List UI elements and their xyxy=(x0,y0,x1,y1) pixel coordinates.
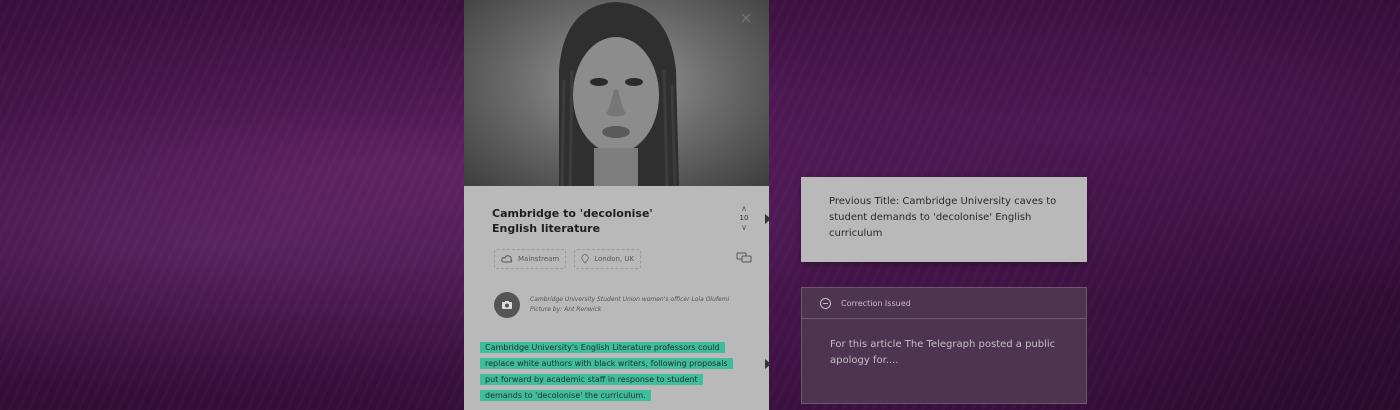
title-connector-notch xyxy=(765,214,771,224)
article-title[interactable]: Cambridge to 'decolonise' English litera… xyxy=(492,206,692,236)
location-pin-icon xyxy=(581,254,589,264)
highlighted-text: Cambridge University's English Literatur… xyxy=(480,342,733,401)
comments-icon[interactable] xyxy=(736,252,752,264)
vote-count: 10 xyxy=(739,214,749,222)
vote-widget: ∧ 10 ∨ xyxy=(736,204,752,232)
correction-body: For this article The Telegraph posted a … xyxy=(830,339,1056,366)
source-avatar[interactable] xyxy=(494,292,520,318)
photo-byline: Cambridge University Student Union women… xyxy=(494,292,754,318)
cloud-icon xyxy=(501,255,513,263)
collapse-minus-icon[interactable] xyxy=(820,297,831,309)
tag-location-label: London, UK xyxy=(594,255,635,263)
previous-title-text: Previous Title: Cambridge University cav… xyxy=(829,196,1057,239)
article-card[interactable]: Cambridge to 'decolonise' English litera… xyxy=(464,0,769,410)
tag-source-label: Mainstream xyxy=(518,255,560,263)
article-photo xyxy=(464,0,769,186)
article-tags: Mainstream London, UK xyxy=(494,249,642,269)
upvote-icon[interactable]: ∧ xyxy=(736,204,752,213)
tag-source[interactable]: Mainstream xyxy=(494,249,567,269)
correction-heading: Correction Issued xyxy=(841,298,911,308)
highlighted-excerpt[interactable]: Cambridge University's English Literatur… xyxy=(480,340,733,404)
camera-icon xyxy=(502,301,512,309)
tag-location[interactable]: London, UK xyxy=(574,249,642,269)
photo-credit: Picture by: Ant Renwick xyxy=(530,306,602,313)
photo-caption: Cambridge University Student Union women… xyxy=(530,296,730,303)
correction-panel: Correction Issued For this article The T… xyxy=(801,287,1087,404)
downvote-icon[interactable]: ∨ xyxy=(736,223,752,232)
correction-header[interactable]: Correction Issued xyxy=(802,288,1086,319)
excerpt-connector-notch xyxy=(765,359,771,369)
previous-title-panel: Previous Title: Cambridge University cav… xyxy=(801,177,1087,262)
